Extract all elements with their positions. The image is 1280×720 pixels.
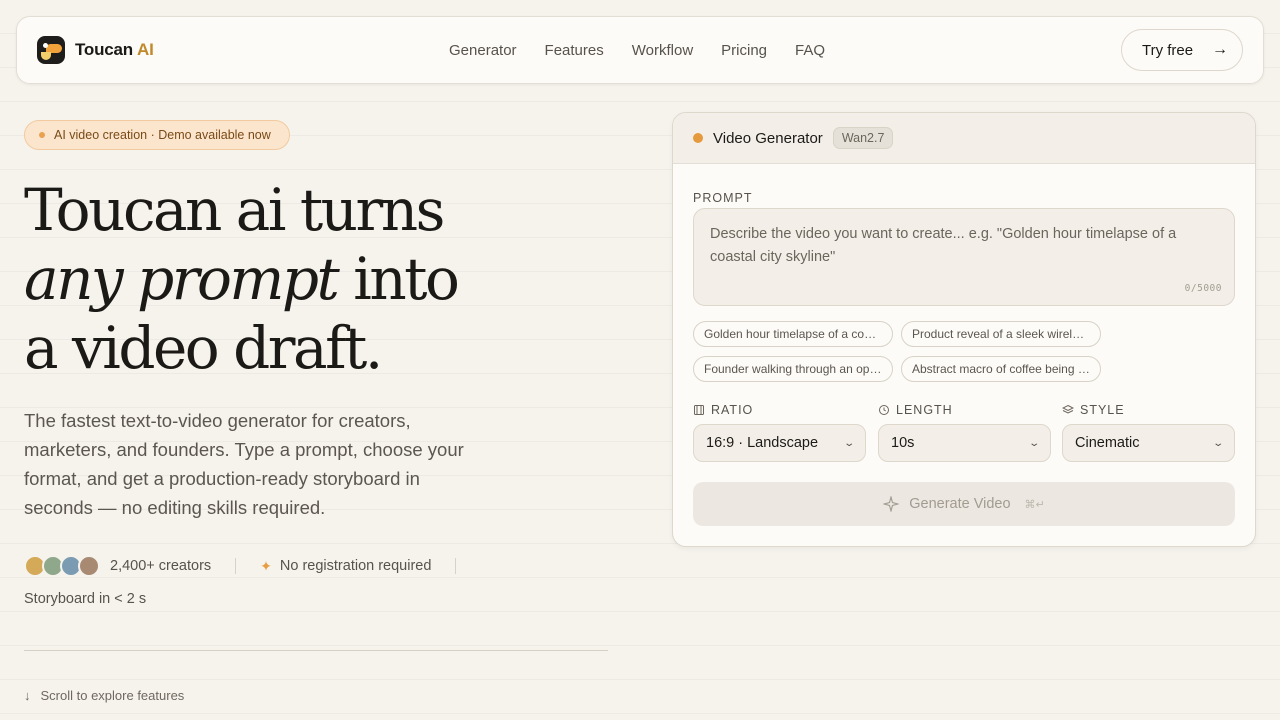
prompt-label: PROMPT xyxy=(693,191,753,205)
suggestion-text: Founder walking through an open-plan off… xyxy=(704,362,882,376)
top-navbar: Toucan AI Generator Features Workflow Pri… xyxy=(16,16,1264,84)
keyboard-shortcut: ⌘↵ xyxy=(1024,498,1045,511)
suggestion-chip[interactable]: Abstract macro of coffee being poured xyxy=(901,356,1101,382)
suggestion-text: Golden hour timelapse of a coastal city … xyxy=(704,327,882,341)
chevron-down-icon: ⌄ xyxy=(842,437,855,449)
ratio-label: RATIO xyxy=(693,403,753,417)
status-dot-icon xyxy=(39,132,45,138)
nav-generator[interactable]: Generator xyxy=(449,42,517,59)
announcement-pill: AI video creation · Demo available now xyxy=(24,120,290,150)
headline-line-1: Toucan ai turns xyxy=(24,176,445,244)
creators-count: 2,400+ creators xyxy=(110,558,212,574)
suggestion-chip[interactable]: Founder walking through an open-plan off… xyxy=(693,356,893,382)
scroll-hint-text: Scroll to explore features xyxy=(40,688,185,703)
avatar-group xyxy=(24,555,100,577)
style-select[interactable]: Cinematic ⌄ xyxy=(1062,424,1235,462)
video-generator-card: Video Generator Wan2.7 PROMPT Describe t… xyxy=(672,112,1256,547)
headline-italic: any prompt xyxy=(24,245,340,313)
nav-pricing[interactable]: Pricing xyxy=(721,42,767,59)
ratio-label-text: RATIO xyxy=(711,403,754,417)
chevron-down-icon: ⌄ xyxy=(1211,437,1224,449)
generator-header: Video Generator Wan2.7 xyxy=(673,113,1255,164)
ratio-value: 16:9 · Landscape xyxy=(706,435,819,451)
model-badge: Wan2.7 xyxy=(832,127,894,149)
generate-video-button[interactable]: Generate Video ⌘↵ xyxy=(693,482,1235,526)
arrow-right-icon: → xyxy=(1212,41,1228,58)
announcement-text: AI video creation · Demo available now xyxy=(54,128,271,142)
chevron-down-icon: ⌄ xyxy=(1027,437,1040,449)
headline-line-2: any prompt into xyxy=(24,245,584,314)
length-label: LENGTH xyxy=(878,403,953,417)
length-value: 10s xyxy=(891,435,915,451)
film-icon xyxy=(694,405,704,415)
headline-line-2-rest: into xyxy=(353,245,460,313)
style-value: Cinematic xyxy=(1075,435,1140,451)
prompt-textarea[interactable]: Describe the video you want to create...… xyxy=(693,208,1235,306)
section-divider xyxy=(24,650,608,651)
generator-title: Video Generator xyxy=(713,129,823,147)
nav-workflow[interactable]: Workflow xyxy=(632,42,693,59)
sparkle-icon: ✦ xyxy=(260,557,272,574)
brand-text: Toucan xyxy=(75,40,133,59)
arrow-down-icon: ↓ xyxy=(24,688,31,703)
scroll-hint[interactable]: ↓ Scroll to explore features xyxy=(24,688,184,703)
divider xyxy=(235,558,237,574)
no-registration-text: No registration required xyxy=(279,558,432,574)
toucan-logo-icon xyxy=(37,36,65,64)
storyboard-speed-text: Storyboard in < 2 s xyxy=(24,591,147,607)
suggestion-chip[interactable]: Golden hour timelapse of a coastal city … xyxy=(693,321,893,347)
hero-subtext: The fastest text-to-video generator for … xyxy=(24,410,464,518)
clock-icon xyxy=(879,405,889,415)
try-free-label: Try free xyxy=(1142,41,1194,59)
main-nav: Generator Features Workflow Pricing FAQ xyxy=(449,17,825,83)
length-label-text: LENGTH xyxy=(896,403,953,417)
prompt-placeholder: Describe the video you want to create...… xyxy=(710,226,1177,265)
character-counter: 0/5000 xyxy=(1184,283,1222,294)
sparkle-icon xyxy=(883,496,900,512)
ratio-select[interactable]: 16:9 · Landscape ⌄ xyxy=(693,424,866,462)
brand-accent: AI xyxy=(137,40,154,59)
generate-label: Generate Video xyxy=(909,496,1011,512)
nav-features[interactable]: Features xyxy=(545,42,604,59)
nav-faq[interactable]: FAQ xyxy=(795,42,825,59)
logo[interactable]: Toucan AI xyxy=(37,36,154,64)
status-dot-icon xyxy=(693,133,703,143)
suggestion-text: Product reveal of a sleek wireless headp… xyxy=(912,327,1090,341)
hero-headline: Toucan ai turns any prompt into a video … xyxy=(24,176,584,383)
try-free-button[interactable]: Try free → xyxy=(1121,29,1243,71)
style-label-text: STYLE xyxy=(1080,403,1125,417)
style-label: STYLE xyxy=(1062,403,1125,417)
avatar xyxy=(78,555,100,577)
headline-line-3: a video draft. xyxy=(24,314,383,382)
suggestion-chip[interactable]: Product reveal of a sleek wireless headp… xyxy=(901,321,1101,347)
length-select[interactable]: 10s ⌄ xyxy=(878,424,1051,462)
brand-name: Toucan AI xyxy=(75,40,154,60)
divider xyxy=(455,558,457,574)
layers-icon xyxy=(1062,404,1074,414)
social-proof: 2,400+ creators ✦ No registration requir… xyxy=(24,554,480,578)
suggestion-text: Abstract macro of coffee being poured xyxy=(912,362,1090,376)
